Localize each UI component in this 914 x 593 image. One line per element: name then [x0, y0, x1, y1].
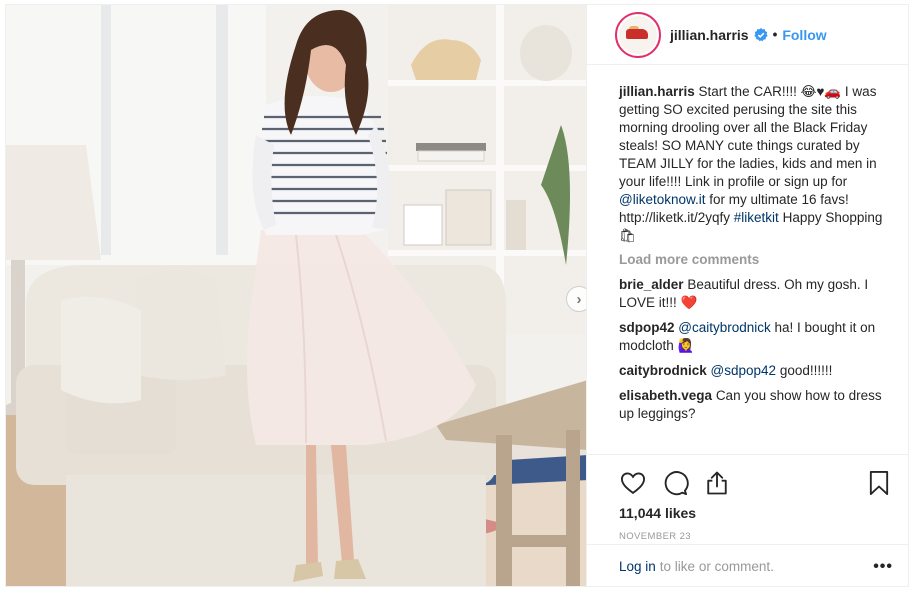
comment-item: caitybrodnick @sdpop42 good!!!!!! — [619, 362, 900, 380]
login-footer: Log in to like or comment. ••• — [587, 544, 909, 588]
separator-dot: • — [772, 27, 778, 42]
post-header: jillian.harris • Follow — [587, 5, 908, 65]
verified-badge-icon — [753, 27, 768, 42]
comment-username[interactable]: sdpop42 — [619, 320, 675, 335]
caption-text-1: Start the CAR!!!! 😂♥🚗 I was getting SO e… — [619, 84, 877, 189]
comment-item: elisabeth.vega Can you show how to dress… — [619, 387, 900, 423]
post-date: NOVEMBER 23 — [619, 531, 691, 542]
share-icon[interactable] — [703, 469, 731, 497]
bookmark-icon[interactable] — [865, 469, 893, 497]
avatar[interactable] — [615, 11, 661, 58]
comment-username[interactable]: brie_alder — [619, 277, 684, 292]
comment-text: good!!!!!! — [776, 363, 833, 378]
likes-count[interactable]: 11,044 likes — [619, 505, 893, 521]
post-photo[interactable]: › — [5, 4, 587, 587]
more-options-button[interactable]: ••• — [873, 558, 893, 576]
post-side-panel: jillian.harris • Follow jillian.harris S… — [587, 4, 909, 587]
comment-item: brie_alder Beautiful dress. Oh my gosh. … — [619, 276, 900, 312]
heart-icon[interactable] — [619, 469, 647, 497]
load-more-comments-button[interactable]: Load more comments — [619, 252, 900, 267]
comment-icon[interactable] — [661, 469, 689, 497]
comment-item: sdpop42 @caitybrodnick ha! I bought it o… — [619, 319, 900, 355]
login-prompt-text: to like or comment. — [659, 559, 774, 574]
comment-username[interactable]: caitybrodnick — [619, 363, 707, 378]
action-icons-row — [619, 463, 893, 503]
avatar-image — [619, 15, 657, 54]
carousel-next-button[interactable]: › — [566, 286, 586, 312]
comment-mention[interactable]: @caitybrodnick — [678, 320, 771, 335]
header-username[interactable]: jillian.harris — [670, 27, 749, 43]
login-link[interactable]: Log in — [619, 559, 656, 574]
caption-username[interactable]: jillian.harris — [619, 84, 695, 99]
comments-section: jillian.harris Start the CAR!!!! 😂♥🚗 I w… — [587, 65, 908, 454]
follow-button[interactable]: Follow — [782, 27, 826, 43]
comment-mention[interactable]: @sdpop42 — [711, 363, 777, 378]
caption: jillian.harris Start the CAR!!!! 😂♥🚗 I w… — [619, 83, 900, 245]
instagram-post: › jillian.harris • Follow jillian.harris — [0, 0, 914, 593]
comment-username[interactable]: elisabeth.vega — [619, 388, 712, 403]
caption-hashtag[interactable]: #liketkit — [734, 210, 779, 225]
post-actions: 11,044 likes NOVEMBER 23 — [587, 454, 909, 544]
photo-illustration — [6, 5, 586, 586]
caption-mention[interactable]: @liketoknow.it — [619, 192, 706, 207]
